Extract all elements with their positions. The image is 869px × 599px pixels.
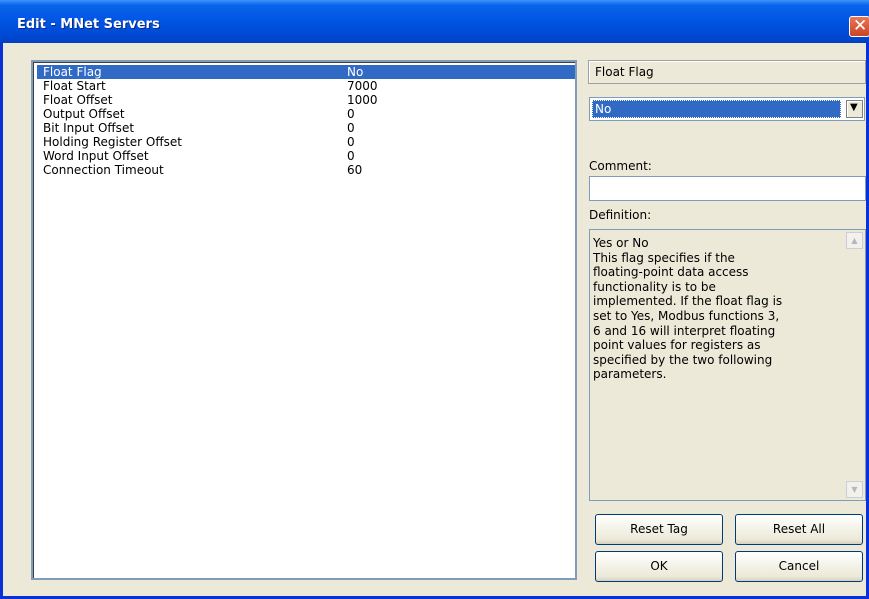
definition-label: Definition: [589,208,652,222]
window-title: Edit - MNet Servers [17,17,160,32]
param-value: 0 [347,135,355,149]
definition-scrollbar[interactable]: ▲ ▼ [846,232,863,498]
list-item[interactable]: Float Flag No [37,65,575,79]
reset-tag-button[interactable]: Reset Tag [595,514,723,545]
chevron-down-icon: ▼ [850,102,858,113]
scroll-up-icon: ▲ [851,236,858,245]
param-name: Holding Register Offset [43,135,182,149]
param-value: No [347,65,364,79]
param-value: 0 [347,149,355,163]
dropdown-button[interactable]: ▼ [846,100,863,118]
scroll-up-button[interactable]: ▲ [846,232,863,249]
param-name: Float Offset [43,93,113,107]
ok-button[interactable]: OK [595,551,723,582]
list-item[interactable]: Connection Timeout 60 [37,163,575,177]
scroll-down-button[interactable]: ▼ [846,481,863,498]
definition-textbox[interactable]: Yes or No This flag specifies if the flo… [589,229,866,501]
list-item[interactable]: Float Start 7000 [37,79,575,93]
cancel-button[interactable]: Cancel [735,551,863,582]
selected-field-name: Float Flag [588,60,866,84]
param-name: Float Flag [43,65,102,79]
value-select-current: No [592,100,841,118]
param-name: Output Offset [43,107,125,121]
title-bar[interactable]: Edit - MNet Servers ✕ [0,0,869,43]
param-name: Word Input Offset [43,149,149,163]
param-name: Bit Input Offset [43,121,135,135]
list-item[interactable]: Output Offset 0 [37,107,575,121]
scroll-down-icon: ▼ [851,485,858,494]
param-name: Connection Timeout [43,163,164,177]
edit-dialog: Edit - MNet Servers ✕ Float Flag No Floa… [0,0,869,599]
param-value: 0 [347,121,355,135]
list-item[interactable]: Word Input Offset 0 [37,149,575,163]
comment-field[interactable] [589,176,866,201]
parameter-list[interactable]: Float Flag No Float Start 7000 Float Off… [31,60,577,580]
param-value: 0 [347,107,355,121]
param-name: Float Start [43,79,106,93]
param-value: 60 [347,163,363,177]
list-item[interactable]: Float Offset 1000 [37,93,575,107]
param-value: 7000 [347,79,378,93]
value-select[interactable]: No ▼ [589,97,865,121]
close-button[interactable]: ✕ [849,16,869,37]
comment-label: Comment: [589,159,652,173]
list-item[interactable]: Holding Register Offset 0 [37,135,575,149]
reset-all-button[interactable]: Reset All [735,514,863,545]
close-icon: ✕ [853,16,868,36]
list-item[interactable]: Bit Input Offset 0 [37,121,575,135]
param-value: 1000 [347,93,378,107]
definition-text: Yes or No This flag specifies if the flo… [593,236,783,382]
